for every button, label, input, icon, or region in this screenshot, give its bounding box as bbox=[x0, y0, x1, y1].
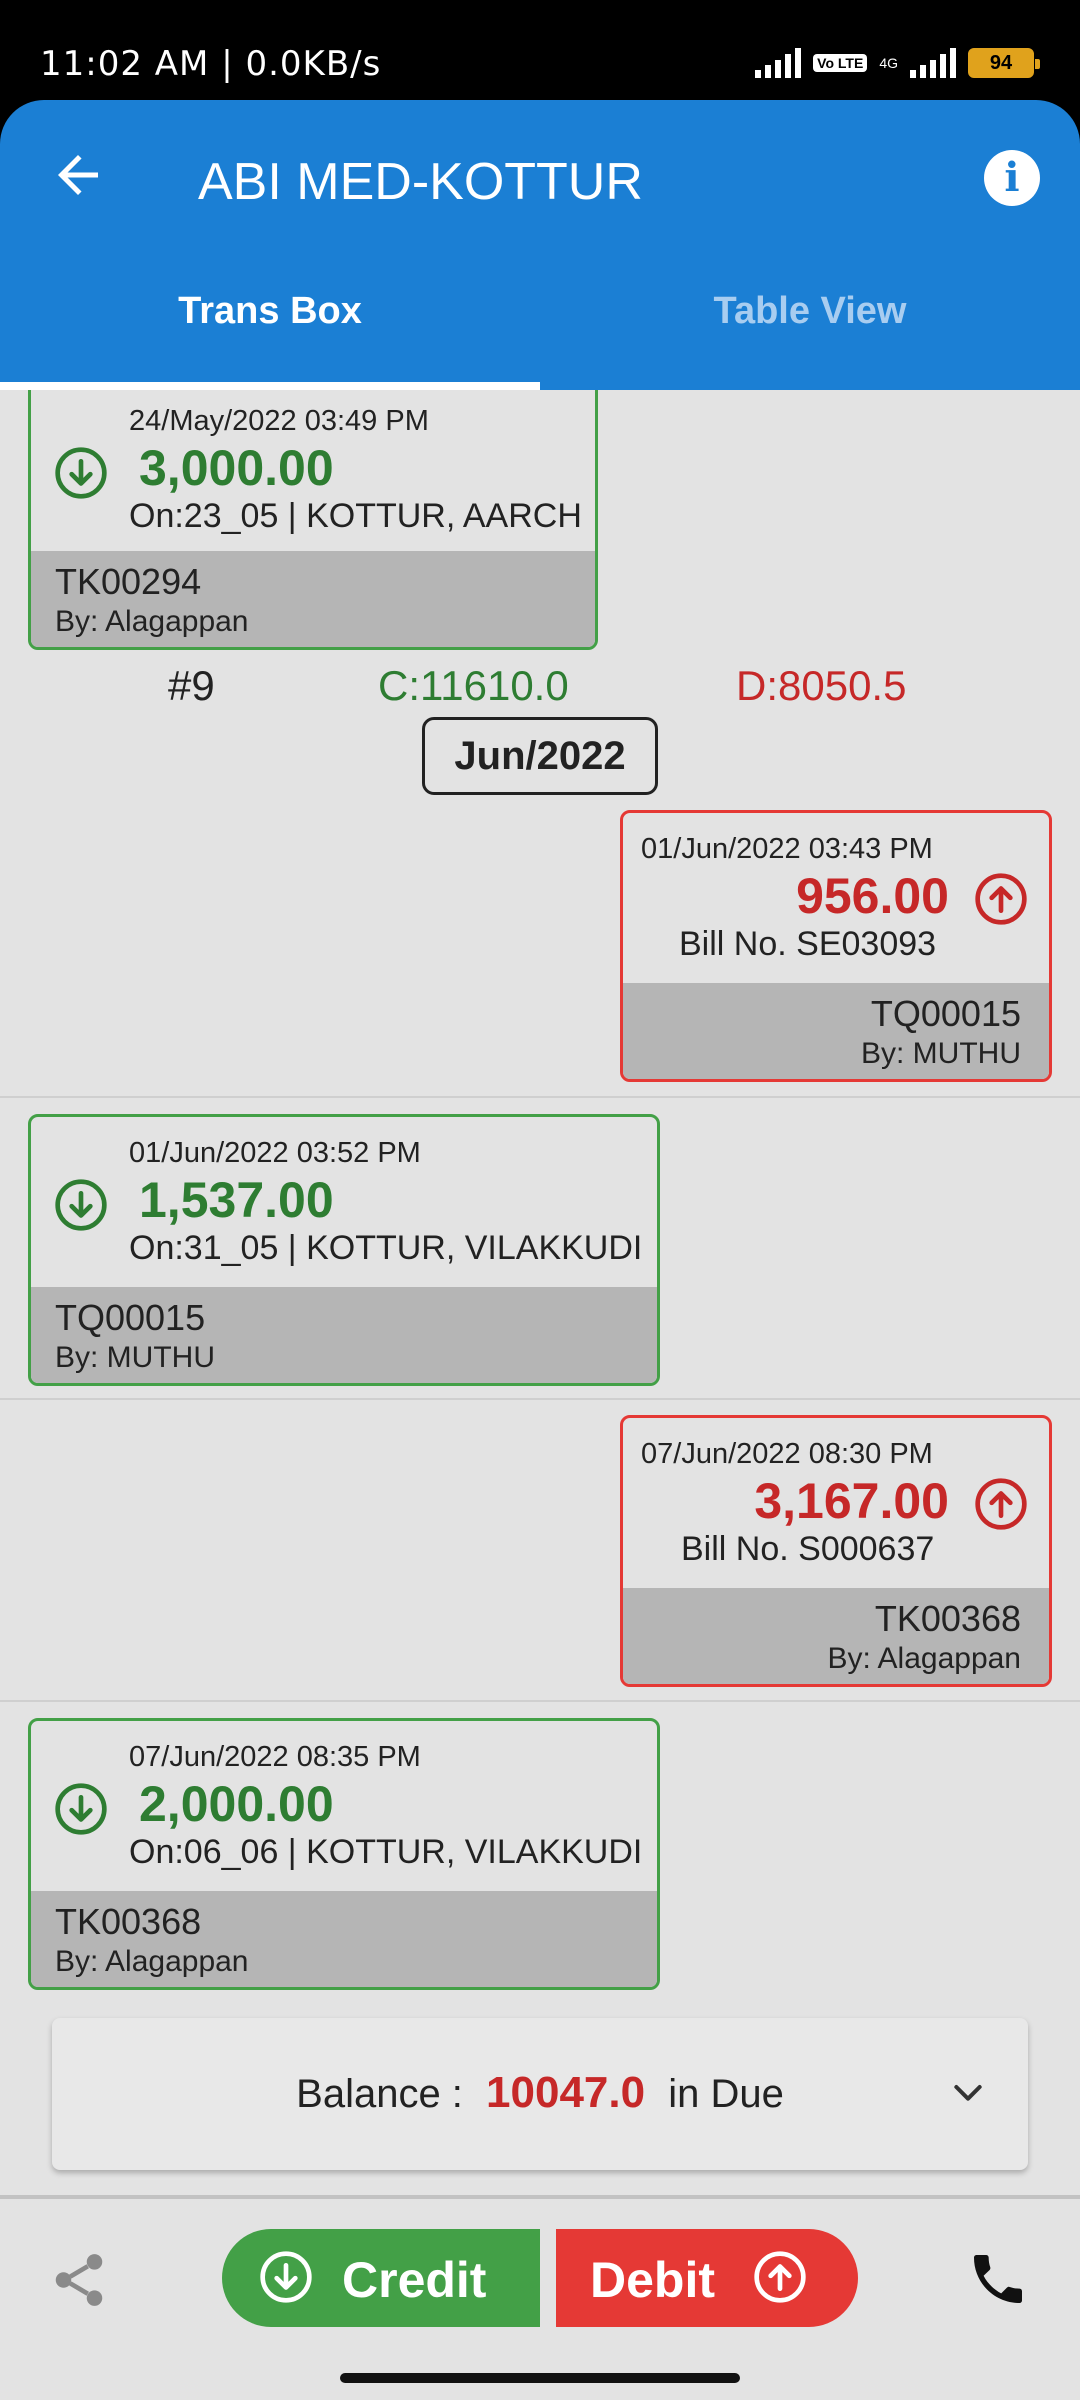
transaction-amount: 956.00 bbox=[796, 868, 949, 924]
arrow-up-circle-icon bbox=[975, 1478, 1027, 1530]
status-time: 11:02 AM | 0.0KB/s bbox=[40, 44, 382, 84]
transaction-datetime: 01/Jun/2022 03:52 PM bbox=[129, 1137, 421, 1169]
transaction-detail: On:23_05 | KOTTUR, AARCH bbox=[129, 497, 582, 535]
transaction-footer: TK00368 By: Alagappan bbox=[623, 1588, 1049, 1684]
credit-button[interactable]: Credit bbox=[222, 2229, 540, 2327]
debit-button-label: Debit bbox=[590, 2252, 715, 2308]
transaction-footer: TQ00015 By: MUTHU bbox=[623, 983, 1049, 1079]
divider bbox=[0, 1700, 1080, 1702]
transaction-amount: 2,000.00 bbox=[139, 1776, 334, 1832]
transaction-card-credit[interactable]: 01/Jun/2022 03:52 PM 1,537.00 On:31_05 |… bbox=[28, 1114, 660, 1386]
transaction-detail: On:06_06 | KOTTUR, VILAKKUDI bbox=[129, 1833, 643, 1871]
volte-icon: Vo LTE bbox=[813, 54, 868, 72]
transaction-by: By: Alagappan bbox=[55, 605, 249, 638]
transaction-ref: TQ00015 bbox=[55, 1297, 206, 1338]
transaction-detail: Bill No. SE03093 bbox=[679, 925, 937, 963]
transaction-card-credit[interactable]: 07/Jun/2022 08:35 PM 2,000.00 On:06_06 |… bbox=[28, 1718, 660, 1990]
tab-trans-box[interactable]: Trans Box bbox=[0, 290, 540, 333]
month-debit-total: D:8050.5 bbox=[736, 662, 907, 709]
transaction-by: By: Alagappan bbox=[827, 1642, 1022, 1675]
signal-icon-2 bbox=[910, 48, 956, 78]
network-type: 4G bbox=[879, 55, 898, 71]
transaction-ref: TQ00015 bbox=[870, 993, 1021, 1034]
transaction-ref: TK00368 bbox=[55, 1901, 202, 1942]
arrow-down-circle-icon bbox=[260, 2251, 312, 2303]
status-icons: Vo LTE 4G 94 bbox=[755, 46, 1040, 80]
transaction-by: By: MUTHU bbox=[861, 1037, 1021, 1070]
phone-icon[interactable] bbox=[966, 2247, 1030, 2311]
info-icon[interactable]: i bbox=[984, 150, 1040, 206]
transaction-datetime: 07/Jun/2022 08:30 PM bbox=[641, 1438, 933, 1470]
transaction-footer: TK00294 By: Alagappan bbox=[31, 551, 595, 647]
transaction-card-debit[interactable]: 01/Jun/2022 03:43 PM 956.00 Bill No. SE0… bbox=[620, 810, 1052, 1082]
transaction-datetime: 07/Jun/2022 08:35 PM bbox=[129, 1741, 421, 1773]
divider bbox=[0, 1096, 1080, 1098]
transaction-card-debit[interactable]: 07/Jun/2022 08:30 PM 3,167.00 Bill No. S… bbox=[620, 1415, 1052, 1687]
arrow-down-circle-icon bbox=[55, 447, 107, 499]
signal-icon bbox=[755, 48, 802, 78]
arrow-up-circle-icon bbox=[975, 873, 1027, 925]
balance-suffix: in Due bbox=[668, 2072, 784, 2116]
transaction-ref: TK00294 bbox=[55, 561, 202, 602]
transaction-datetime: 24/May/2022 03:49 PM bbox=[129, 405, 429, 437]
transaction-by: By: Alagappan bbox=[55, 1945, 249, 1978]
transaction-footer: TK00368 By: Alagappan bbox=[31, 1891, 657, 1987]
tab-table-view[interactable]: Table View bbox=[540, 290, 1080, 333]
app-bar: ABI MED-KOTTUR i Trans Box Table View bbox=[0, 100, 1080, 390]
transaction-detail: Bill No. S000637 bbox=[681, 1530, 935, 1568]
balance-value: 10047.0 bbox=[486, 2068, 646, 2117]
arrow-down-circle-icon bbox=[55, 1179, 107, 1231]
transaction-ref: TK00368 bbox=[874, 1598, 1021, 1639]
divider bbox=[0, 1398, 1080, 1400]
tab-indicator bbox=[0, 382, 540, 390]
transaction-datetime: 01/Jun/2022 03:43 PM bbox=[641, 833, 933, 865]
transaction-amount: 3,167.00 bbox=[754, 1473, 949, 1529]
credit-button-label: Credit bbox=[342, 2252, 487, 2308]
transaction-footer: TQ00015 By: MUTHU bbox=[31, 1287, 657, 1383]
balance-label: Balance : bbox=[296, 2072, 463, 2116]
status-bar: 11:02 AM | 0.0KB/s Vo LTE 4G 94 bbox=[0, 0, 1080, 100]
month-count: #9 bbox=[168, 662, 215, 709]
month-credit-total: C:11610.0 bbox=[378, 662, 569, 709]
transaction-detail: On:31_05 | KOTTUR, VILAKKUDI bbox=[129, 1229, 643, 1267]
month-chip: Jun/2022 bbox=[422, 717, 658, 795]
debit-button[interactable]: Debit bbox=[556, 2229, 858, 2327]
transaction-list[interactable]: 24/May/2022 03:49 PM 3,000.00 On:23_05 |… bbox=[0, 390, 1080, 2195]
transaction-by: By: MUTHU bbox=[55, 1341, 215, 1374]
page-title: ABI MED-KOTTUR bbox=[198, 153, 643, 211]
transaction-amount: 3,000.00 bbox=[139, 440, 334, 496]
arrow-left-icon[interactable] bbox=[48, 145, 108, 205]
share-icon[interactable] bbox=[48, 2249, 110, 2311]
battery-icon: 94 bbox=[968, 48, 1040, 78]
transaction-card-credit[interactable]: 24/May/2022 03:49 PM 3,000.00 On:23_05 |… bbox=[28, 390, 598, 650]
home-indicator[interactable] bbox=[340, 2373, 740, 2383]
balance-row: Balance : 10047.0 in Due bbox=[52, 2068, 1028, 2118]
balance-card[interactable]: Balance : 10047.0 in Due bbox=[52, 2018, 1028, 2170]
bottom-action-bar: Credit Debit bbox=[0, 2195, 1080, 2355]
arrow-up-circle-icon bbox=[754, 2251, 806, 2303]
chevron-down-icon[interactable] bbox=[948, 2072, 988, 2112]
transaction-amount: 1,537.00 bbox=[139, 1172, 334, 1228]
system-nav-area bbox=[0, 2355, 1080, 2400]
arrow-down-circle-icon bbox=[55, 1783, 107, 1835]
